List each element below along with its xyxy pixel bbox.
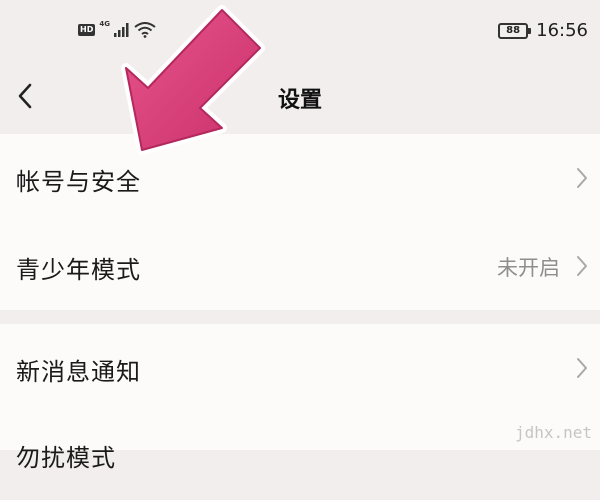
hd-badge: HD: [78, 24, 96, 36]
battery-icon: 88: [498, 22, 532, 39]
chevron-right-icon: [577, 256, 587, 276]
row-value: 未开启: [497, 256, 560, 280]
chevron-right-icon: [577, 168, 587, 188]
settings-row-account-security[interactable]: 帐号与安全: [0, 134, 600, 222]
settings-group-notifications: 新消息通知 勿扰模式: [0, 324, 600, 472]
row-label: 勿扰模式: [16, 444, 116, 472]
watermark: jdhx.net: [514, 423, 592, 442]
nav-bar: 设置: [0, 62, 600, 132]
pointer-arrow-icon: [121, 5, 265, 155]
network-type: 4G: [99, 20, 110, 28]
settings-row-teen-mode[interactable]: 青少年模式 未开启: [0, 222, 600, 310]
status-bar: HD 4G 88 16:56: [0, 0, 600, 62]
settings-row-message-notification[interactable]: 新消息通知: [0, 324, 600, 412]
row-label: 新消息通知: [16, 358, 141, 386]
status-right: 88 16:56: [498, 20, 588, 41]
row-label: 青少年模式: [16, 256, 141, 284]
page-title: 设置: [277, 88, 322, 113]
settings-group-account: 帐号与安全 青少年模式 未开启: [0, 134, 600, 310]
settings-row-do-not-disturb[interactable]: 勿扰模式: [0, 412, 600, 500]
chevron-right-icon: [577, 358, 587, 378]
status-time: 16:56: [536, 20, 588, 41]
